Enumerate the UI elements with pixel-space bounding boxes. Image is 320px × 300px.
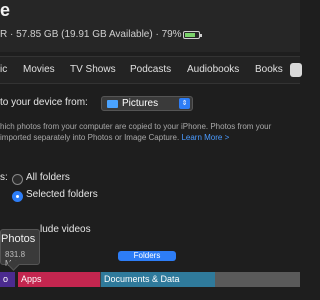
device-name: e [0, 0, 11, 20]
radio-selected-folders[interactable] [12, 191, 23, 202]
storage-bar: o Apps Documents & Data [0, 272, 300, 287]
radio-all-folders[interactable] [12, 174, 23, 185]
radio-selected-folders-label: Selected folders [26, 189, 98, 200]
tooltip-title: Photos [1, 233, 36, 245]
tab-tv-shows[interactable]: TV Shows [70, 64, 116, 75]
folders-label: s: [0, 172, 8, 183]
folders-button[interactable]: Folders [118, 251, 176, 261]
storage-tooltip: Photos 831.8 MB [0, 229, 40, 268]
description-line-1: hich photos from your computer are copie… [0, 122, 272, 131]
storage-segment-system[interactable] [215, 272, 300, 287]
device-header: e R · 57.85 GB (19.91 GB Available) · 79… [0, 0, 300, 52]
description-line-2: imported separately into Photos or Image… [0, 133, 180, 142]
sync-source-popup[interactable]: Pictures ⇕ [101, 96, 193, 111]
battery-icon [183, 31, 202, 39]
tab-movies[interactable]: Movies [23, 64, 55, 75]
storage-segment-photos[interactable]: o [0, 272, 15, 287]
folder-icon [107, 100, 118, 108]
storage-segment-documents[interactable]: Documents & Data [101, 272, 215, 287]
radio-all-folders-label: All folders [26, 172, 70, 183]
device-storage-info: R · 57.85 GB (19.91 GB Available) · 79% [0, 29, 182, 40]
sync-source-label: to your device from: [0, 97, 88, 108]
tab-podcasts[interactable]: Podcasts [130, 64, 171, 75]
tab-audiobooks[interactable]: Audiobooks [187, 64, 239, 75]
tab-books[interactable]: Books [255, 64, 283, 75]
tab-music[interactable]: ic [0, 64, 7, 75]
tab-photos-selected[interactable] [290, 63, 302, 77]
sync-description: hich photos from your computer are copie… [0, 121, 300, 143]
include-videos-label: lude videos [40, 224, 91, 235]
learn-more-link[interactable]: Learn More > [181, 133, 229, 142]
sync-source-value: Pictures [122, 98, 159, 109]
tooltip-size: 831.8 MB [5, 250, 26, 268]
chevron-updown-icon: ⇕ [179, 98, 190, 109]
storage-segment-apps[interactable]: Apps [18, 272, 100, 287]
category-tabs: ic Movies TV Shows Podcasts Audiobooks B… [0, 56, 302, 84]
